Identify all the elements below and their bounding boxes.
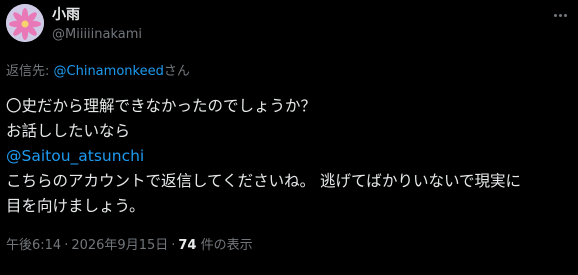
display-name[interactable]: 小雨 [52, 6, 80, 24]
post-time[interactable]: 午後6:14 [6, 238, 61, 253]
lotus-flower-avatar-icon [6, 4, 44, 42]
more-options-button[interactable] [549, 6, 571, 24]
post-text-line: こちらのアカウントで返信してくださいね。 逃げてばかりいないで現実に [6, 172, 522, 190]
post-meta: 午後6:14 · 2026年9月15日 · 74 件の表示 [6, 238, 253, 254]
post-date[interactable]: 2026年9月15日 [71, 238, 168, 253]
post-text-line: お話ししたいなら [6, 122, 131, 140]
user-handle[interactable]: @Miiiiinakami [52, 27, 142, 43]
reply-to-line: 返信先: @Chinamonkeedさん [6, 64, 190, 80]
post-text-line: 目を向けましょう。 [6, 197, 145, 215]
post: 小雨 @Miiiiinakami 返信先: @Chinamonkeedさん 〇史… [0, 0, 578, 275]
reply-prefix: 返信先: [6, 64, 54, 79]
more-horizontal-icon-dot [563, 13, 567, 17]
post-text-line: 〇史だから理解できなかったのでしょうか？ [6, 97, 317, 115]
meta-separator: · [64, 238, 69, 253]
avatar[interactable] [6, 4, 44, 42]
reply-mention-link[interactable]: @Chinamonkeed [54, 64, 164, 79]
more-horizontal-icon-dot [558, 13, 562, 17]
more-horizontal-icon [553, 13, 557, 17]
reply-suffix: さん [163, 64, 190, 79]
post-text: 〇史だから理解できなかったのでしょうか？ お話ししたいなら @Saitou_at… [6, 94, 572, 219]
views-label: 件の表示 [196, 238, 253, 253]
meta-separator: · [171, 238, 176, 253]
views-count[interactable]: 74 [178, 238, 196, 253]
mention-link[interactable]: @Saitou_atsunchi [6, 144, 572, 169]
